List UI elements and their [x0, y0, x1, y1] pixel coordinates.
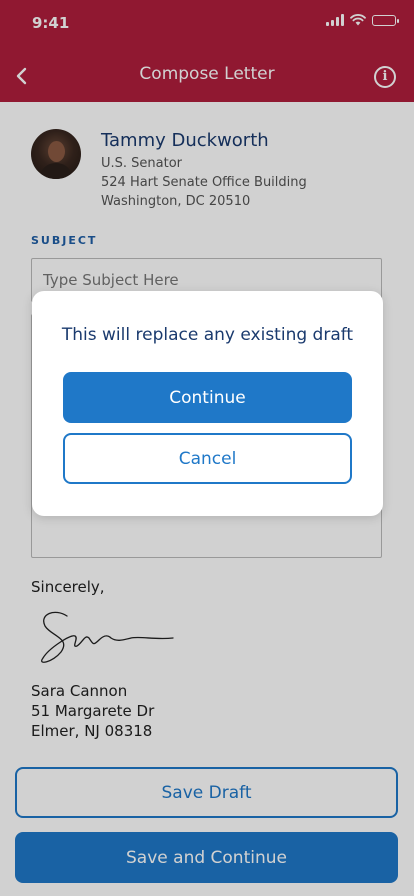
dialog-cancel-button[interactable]: Cancel	[63, 433, 352, 484]
replace-draft-dialog: This will replace any existing draft Con…	[32, 291, 383, 516]
dialog-continue-button[interactable]: Continue	[63, 372, 352, 423]
dialog-message: This will replace any existing draft	[61, 325, 354, 345]
